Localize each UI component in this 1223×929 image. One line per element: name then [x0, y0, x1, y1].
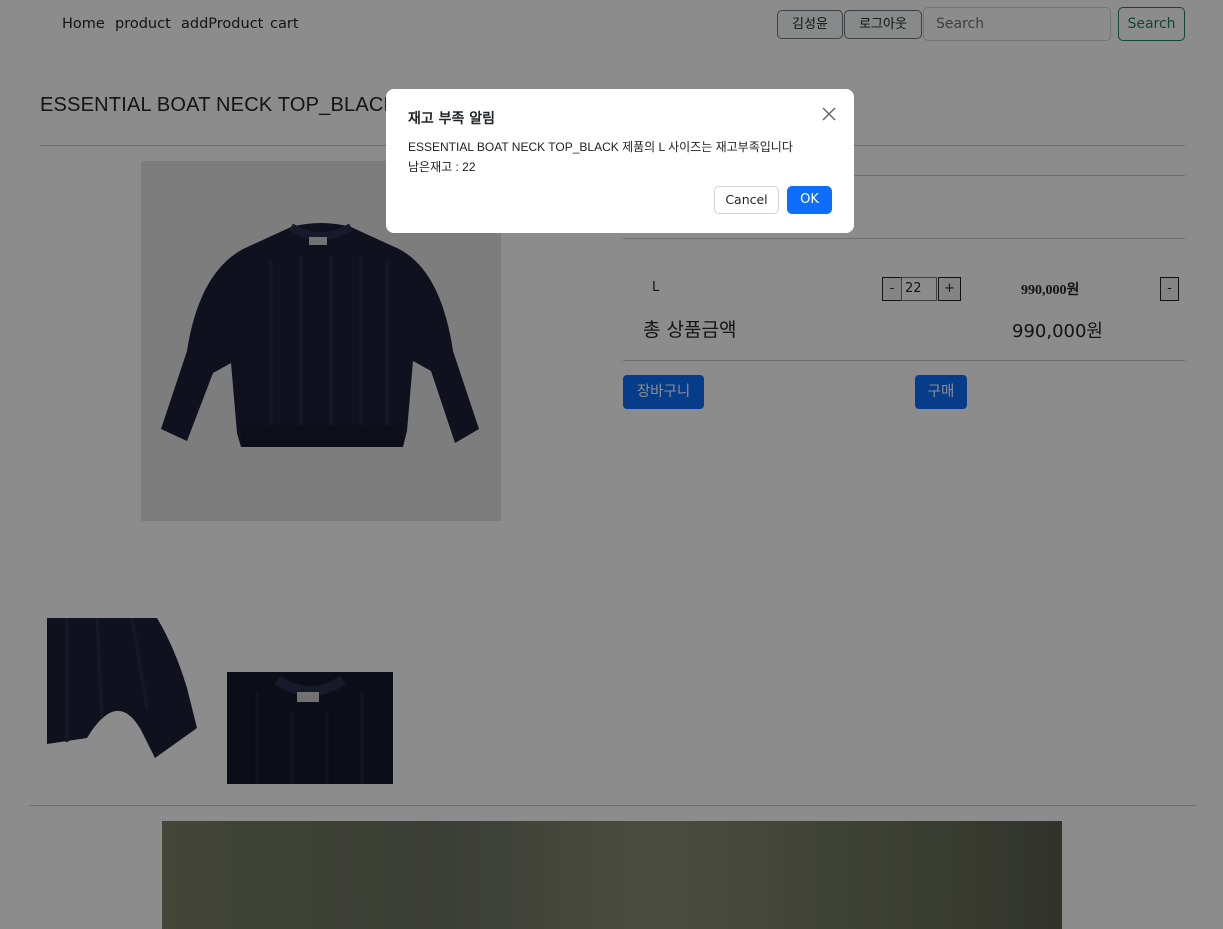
close-icon[interactable] [820, 105, 838, 123]
dialog-message-line-2: 남은재고 : 22 [408, 160, 476, 174]
cancel-button[interactable]: Cancel [714, 186, 779, 214]
stock-alert-dialog: 재고 부족 알림 ESSENTIAL BOAT NECK TOP_BLACK 제… [386, 89, 854, 233]
dialog-message: ESSENTIAL BOAT NECK TOP_BLACK 제품의 L 사이즈는… [408, 137, 793, 177]
ok-button[interactable]: OK [787, 186, 832, 214]
dialog-message-line-1: ESSENTIAL BOAT NECK TOP_BLACK 제품의 L 사이즈는… [408, 140, 793, 154]
dialog-title: 재고 부족 알림 [408, 111, 496, 127]
